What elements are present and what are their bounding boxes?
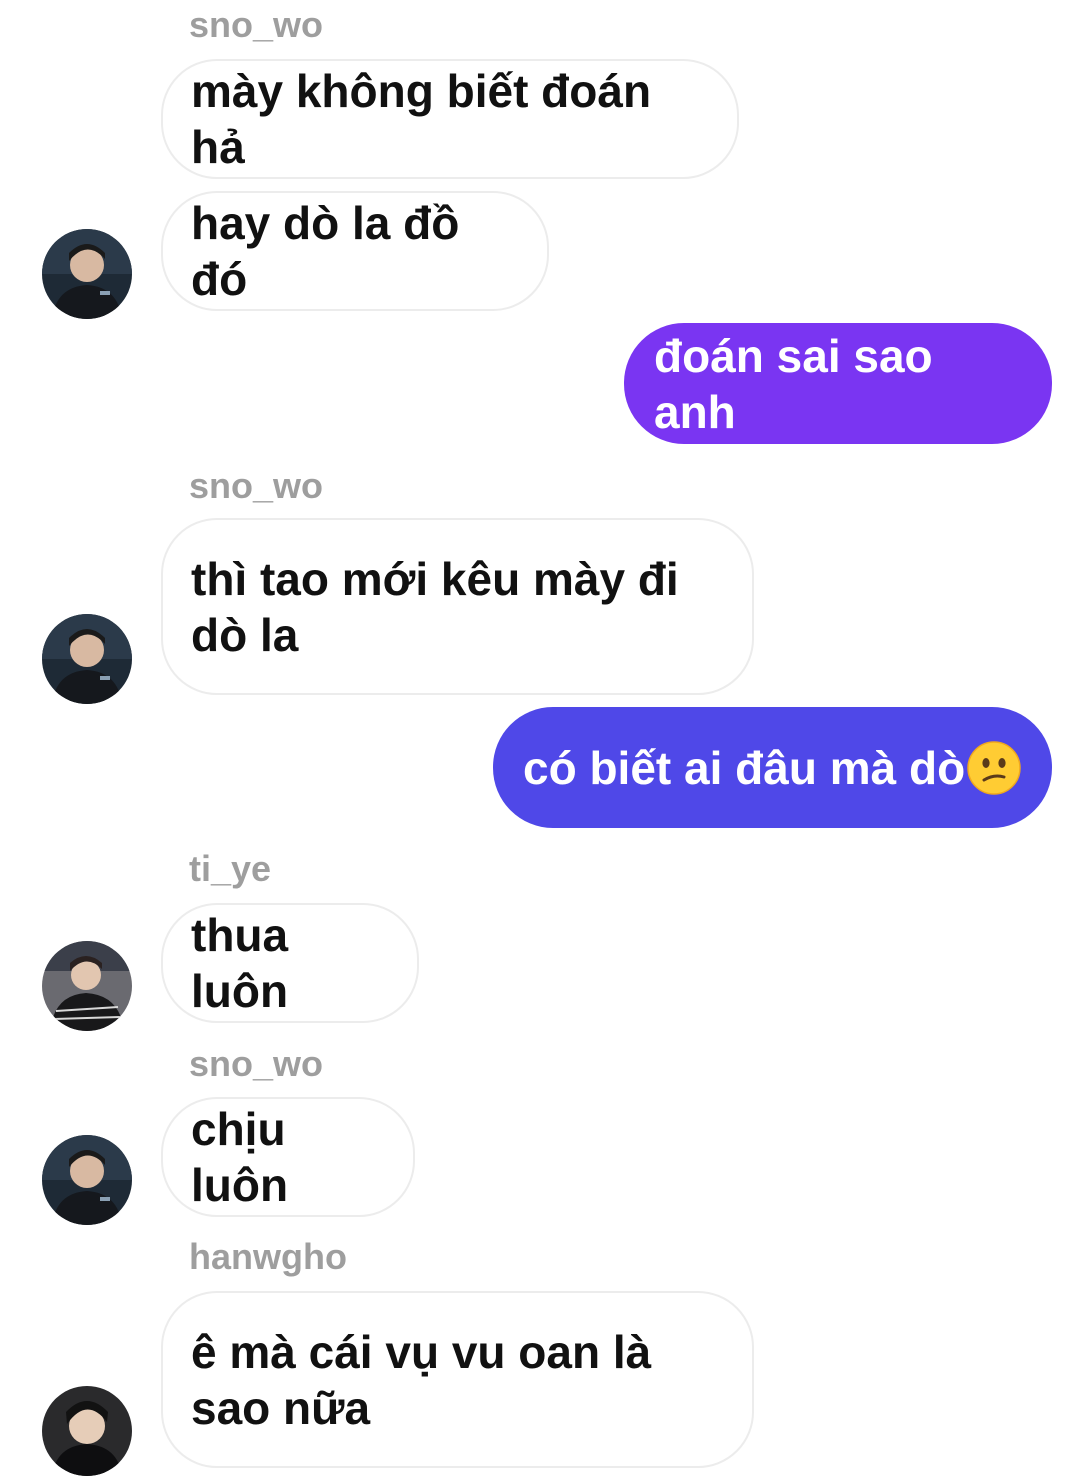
avatar-photo: [42, 614, 132, 704]
avatar-photo: [42, 229, 132, 319]
message-text: hay dò la đồ đó: [191, 197, 460, 305]
avatar-sno-wo[interactable]: [42, 1135, 132, 1225]
message-bubble-incoming[interactable]: mày không biết đoán hả: [161, 59, 739, 179]
message-text-line: sao nữa: [191, 1381, 371, 1434]
message-text-line: dò la: [191, 608, 299, 661]
message-text-line: ê mà cái vụ vu oan là: [191, 1325, 652, 1378]
message-text: chịu luôn: [191, 1103, 289, 1211]
avatar-photo: [42, 941, 132, 1031]
sender-name: ti_ye: [189, 848, 272, 889]
avatar-ti-ye[interactable]: [42, 941, 132, 1031]
avatar-hanwgho[interactable]: [42, 1386, 132, 1476]
avatar-photo: [42, 1135, 132, 1225]
sender-name: hanwgho: [189, 1236, 347, 1277]
message-bubble-incoming[interactable]: thua luôn: [161, 903, 419, 1023]
confused-face-icon: [967, 740, 1021, 795]
sender-name: sno_wo: [189, 4, 324, 45]
sender-name: sno_wo: [189, 1043, 324, 1084]
message-text: đoán sai sao anh: [654, 329, 933, 438]
message-text: có biết ai đâu mà dò: [523, 741, 966, 794]
avatar-sno-wo[interactable]: [42, 229, 132, 319]
avatar-sno-wo[interactable]: [42, 614, 132, 704]
message-bubble-outgoing[interactable]: có biết ai đâu mà dò: [493, 707, 1052, 828]
sender-name: sno_wo: [189, 465, 324, 506]
message-text: mày không biết đoán hả: [191, 65, 652, 173]
message-bubble-incoming[interactable]: chịu luôn: [161, 1097, 415, 1217]
message-bubble-incoming[interactable]: hay dò la đồ đó: [161, 191, 549, 311]
message-bubble-incoming[interactable]: thì tao mới kêu mày đi dò la: [161, 518, 754, 695]
avatar-photo: [42, 1386, 132, 1476]
message-bubble-incoming[interactable]: ê mà cái vụ vu oan là sao nữa: [161, 1291, 754, 1468]
message-text: thua luôn: [191, 909, 289, 1017]
chat-thread: sno_wo mày không biết đoán hả hay dò la …: [0, 0, 1080, 1481]
message-bubble-outgoing[interactable]: đoán sai sao anh: [624, 323, 1052, 444]
message-text-line: thì tao mới kêu mày đi: [191, 552, 679, 605]
